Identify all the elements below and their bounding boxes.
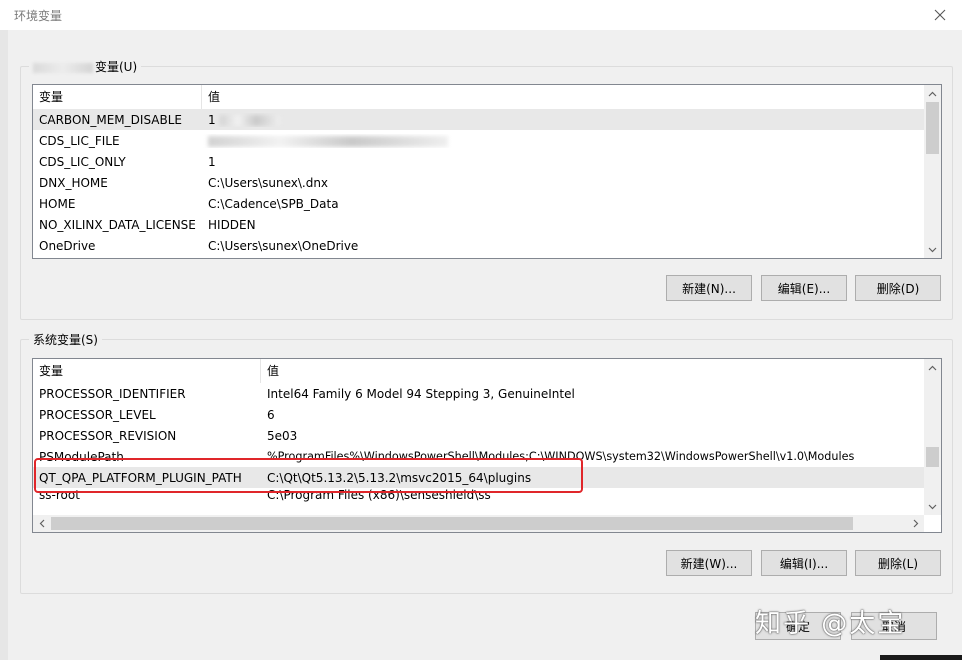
close-button[interactable]: [918, 0, 962, 30]
column-header-variable[interactable]: 变量: [33, 359, 261, 383]
taskbar-edge: [880, 655, 962, 660]
list-row[interactable]: PROCESSOR_LEVEL 6: [33, 404, 924, 425]
variable-value: C:\Users\sunex\OneDrive: [202, 239, 924, 253]
chevron-right-icon: [913, 519, 919, 528]
variable-value: 1: [202, 113, 924, 127]
horizontal-scrollbar[interactable]: [33, 515, 924, 532]
chevron-up-icon: [928, 91, 937, 97]
list-row[interactable]: PROCESSOR_IDENTIFIER Intel64 Family 6 Mo…: [33, 383, 924, 404]
cancel-button[interactable]: 取消: [851, 612, 937, 640]
list-row[interactable]: NO_XILINX_DATA_LICENSE HIDDEN: [33, 214, 924, 235]
variable-value: 6: [261, 408, 924, 422]
system-edit-button[interactable]: 编辑(I)...: [761, 550, 847, 576]
window-title: 环境变量: [14, 7, 62, 24]
variable-name: CARBON_MEM_DISABLE: [33, 113, 202, 127]
chevron-down-icon: [928, 504, 937, 510]
list-row[interactable]: CDS_LIC_FILE: [33, 130, 924, 151]
redacted-value: [208, 136, 448, 147]
user-variables-list[interactable]: 变量 值 CARBON_MEM_DISABLE 1 CDS_LIC_FILE C…: [32, 84, 942, 259]
user-variables-legend: 变量(U): [29, 58, 141, 75]
scroll-left-button[interactable]: [33, 515, 50, 532]
system-variables-legend: 系统变量(S): [29, 331, 102, 348]
variable-name: PROCESSOR_IDENTIFIER: [33, 387, 261, 401]
variable-name: CDS_LIC_FILE: [33, 134, 202, 148]
variable-name: PROCESSOR_LEVEL: [33, 408, 261, 422]
column-header-variable[interactable]: 变量: [33, 85, 202, 109]
column-header-value[interactable]: 值: [261, 359, 924, 383]
variable-name: PROCESSOR_REVISION: [33, 429, 261, 443]
variable-name: DNX_HOME: [33, 176, 202, 190]
variable-value: C:\Cadence\SPB_Data: [202, 197, 924, 211]
variable-name: CDS_LIC_ONLY: [33, 155, 202, 169]
variable-name: OneDrive: [33, 239, 202, 253]
chevron-down-icon: [928, 247, 937, 253]
close-icon: [934, 9, 946, 21]
redacted-value: [220, 115, 280, 126]
redacted-username: [33, 63, 93, 73]
chevron-up-icon: [928, 365, 937, 371]
variable-name: NO_XILINX_DATA_LICENSE: [33, 218, 202, 232]
annotation-highlight-box: [34, 458, 583, 493]
variable-value: [202, 134, 924, 148]
user-delete-button[interactable]: 删除(D): [855, 275, 941, 301]
background-window-edge: [0, 30, 8, 660]
list-row[interactable]: PROCESSOR_REVISION 5e03: [33, 425, 924, 446]
user-edit-button[interactable]: 编辑(E)...: [761, 275, 847, 301]
list-header: 变量 值: [33, 359, 924, 383]
horizontal-scrollbar-thumb[interactable]: [51, 517, 853, 530]
user-new-button[interactable]: 新建(N)...: [666, 275, 752, 301]
variable-name: HOME: [33, 197, 202, 211]
list-row[interactable]: CARBON_MEM_DISABLE 1: [33, 109, 924, 130]
system-variables-list[interactable]: 变量 值 PROCESSOR_IDENTIFIER Intel64 Family…: [32, 358, 942, 533]
variable-value: C:\Users\sunex\.dnx: [202, 176, 924, 190]
system-new-button[interactable]: 新建(W)...: [666, 550, 752, 576]
scrollbar-thumb[interactable]: [926, 447, 939, 467]
list-header: 变量 值: [33, 85, 924, 109]
chevron-left-icon: [39, 519, 45, 528]
variable-value: Intel64 Family 6 Model 94 Stepping 3, Ge…: [261, 387, 924, 401]
scroll-down-button[interactable]: [924, 498, 941, 515]
variable-value: 5e03: [261, 429, 924, 443]
scroll-right-button[interactable]: [907, 515, 924, 532]
vertical-scrollbar[interactable]: [924, 85, 941, 258]
scrollbar-thumb[interactable]: [926, 102, 939, 154]
variable-value: 1: [202, 155, 924, 169]
system-delete-button[interactable]: 删除(L): [855, 550, 941, 576]
list-row[interactable]: HOME C:\Cadence\SPB_Data: [33, 193, 924, 214]
vertical-scrollbar[interactable]: [924, 359, 941, 515]
list-row[interactable]: DNX_HOME C:\Users\sunex\.dnx: [33, 172, 924, 193]
scroll-up-button[interactable]: [924, 85, 941, 102]
variable-value: HIDDEN: [202, 218, 924, 232]
scroll-up-button[interactable]: [924, 359, 941, 376]
ok-button[interactable]: 确定: [755, 612, 841, 640]
environment-variables-dialog: 环境变量 变量(U) 变量 值 CARBON_MEM_DISABLE 1 CDS…: [0, 0, 962, 660]
column-header-value[interactable]: 值: [202, 85, 924, 109]
title-bar: 环境变量: [0, 0, 962, 30]
list-row[interactable]: CDS_LIC_ONLY 1: [33, 151, 924, 172]
list-row[interactable]: OneDrive C:\Users\sunex\OneDrive: [33, 235, 924, 256]
scroll-down-button[interactable]: [924, 241, 941, 258]
